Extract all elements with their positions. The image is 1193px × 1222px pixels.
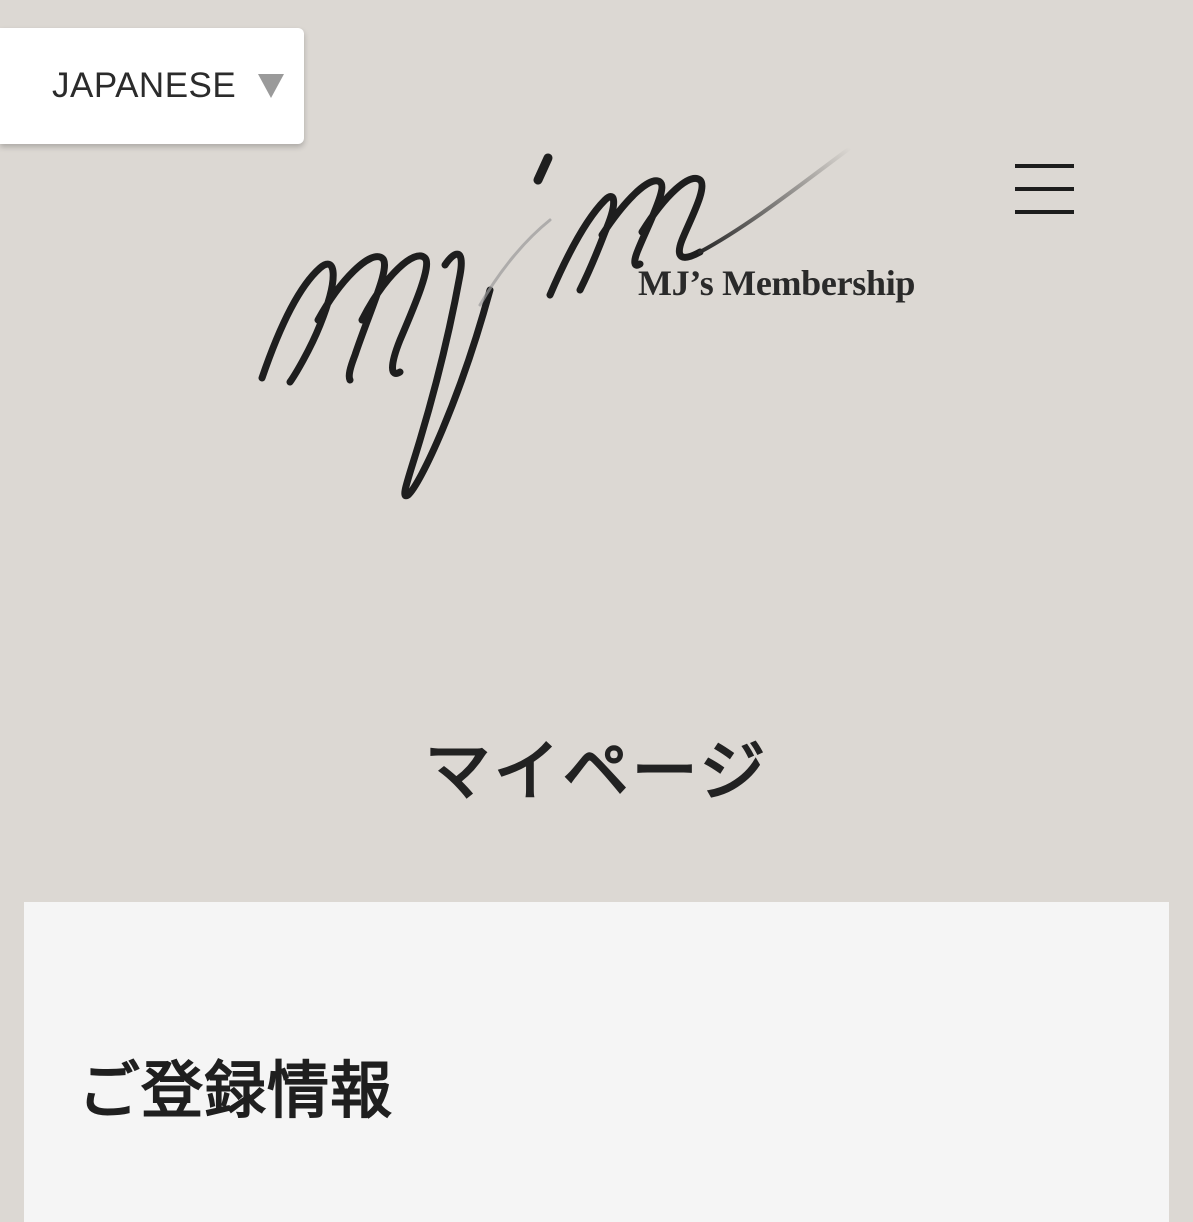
registration-info-card: ご登録情報 [24,902,1169,1222]
language-selector-value: JAPANESE [52,66,237,105]
page-title: マイページ [424,733,769,810]
menu-bar [1015,187,1074,191]
hamburger-menu-icon[interactable] [1010,160,1078,220]
site-logo[interactable]: MJ’s Membership [250,140,950,510]
menu-bar [1015,164,1074,168]
caret-down-icon [258,74,285,98]
logo-wordmark: MJ’s Membership [638,263,916,303]
language-selector[interactable]: JAPANESE [0,28,304,144]
mjm-monogram-logo [258,146,852,500]
menu-bar [1015,210,1074,214]
registration-info-title: ご登録情報 [78,1054,394,1127]
